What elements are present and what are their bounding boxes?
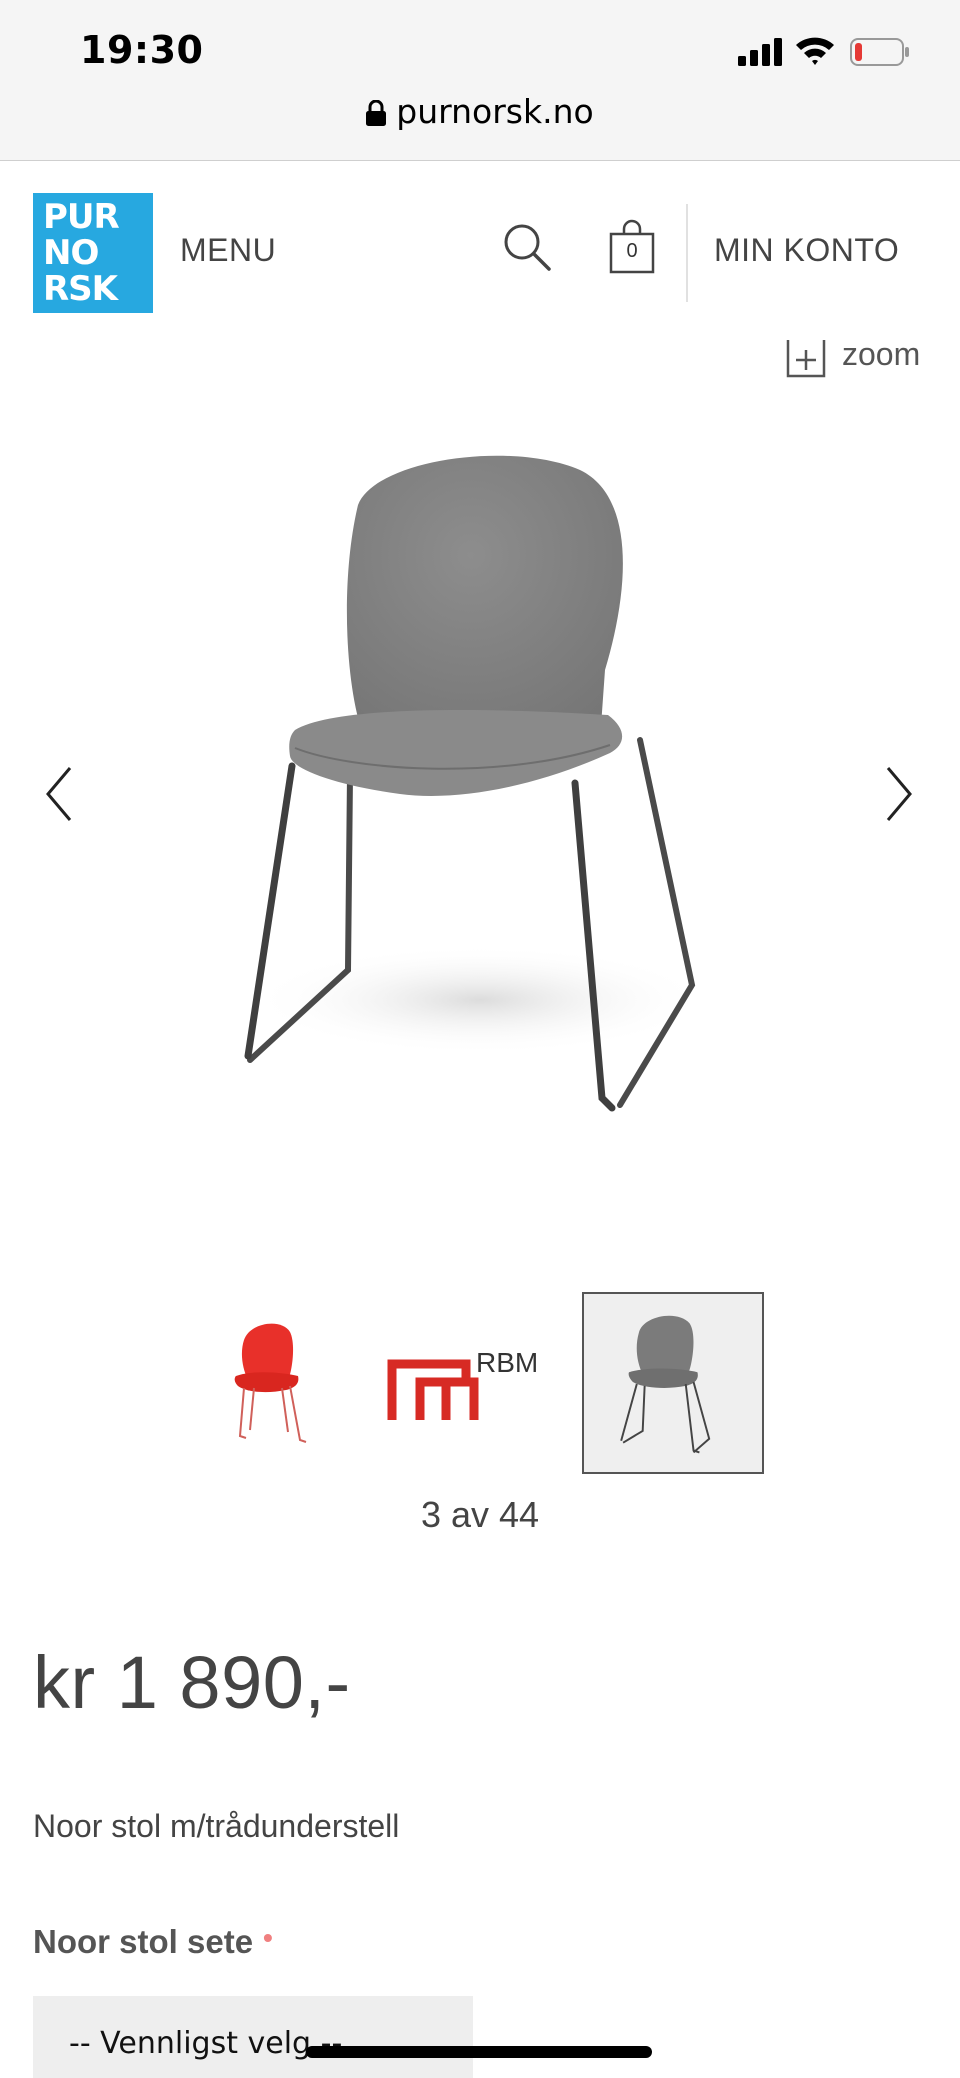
url-text: purnorsk.no [396, 92, 594, 131]
product-name: Noor stol m/trådunderstell [33, 1808, 400, 1844]
header-divider [686, 204, 688, 302]
status-bar: 19:30 purnorsk.no [0, 0, 960, 161]
purnorsk-logo[interactable]: PUR NO RSK [33, 193, 153, 313]
seat-option-label: Noor stol sete • [33, 1922, 273, 1960]
product-price: kr 1 890,- [33, 1641, 351, 1724]
zoom-label: zoom [842, 336, 921, 372]
next-image-arrow-icon[interactable] [884, 764, 914, 824]
wifi-icon [796, 37, 834, 65]
my-account-link[interactable]: MIN KONTO [714, 232, 899, 269]
zoom-plus-icon [786, 340, 826, 378]
select-placeholder: -- Vennligst velg -- [69, 2026, 343, 2061]
menu-button[interactable]: MENU [180, 232, 276, 269]
required-marker: • [263, 1922, 273, 1953]
seat-option-select[interactable]: -- Vennligst velg -- [33, 1996, 473, 2078]
lock-icon [366, 100, 387, 126]
red-chair-thumbnail[interactable] [202, 1292, 384, 1474]
battery-low-icon [850, 38, 909, 66]
previous-image-arrow-icon[interactable] [44, 764, 74, 824]
search-icon[interactable] [502, 222, 552, 272]
rbm-logo-text: RBM [476, 1347, 538, 1378]
cart-count: 0 [626, 240, 638, 262]
rbm-logo-thumbnail[interactable]: RBM [386, 1292, 568, 1474]
home-indicator [306, 2046, 652, 2058]
cellular-signal-icon [738, 38, 782, 66]
address-bar[interactable]: purnorsk.no [0, 92, 960, 132]
site-header: PUR NO RSK MENU 0 MIN KONTO [0, 160, 960, 340]
image-counter: 3 av 44 [420, 1494, 540, 1535]
status-time: 19:30 [80, 28, 204, 72]
grey-chair-thumbnail-selected[interactable] [582, 1292, 764, 1474]
product-image-grey-chair[interactable] [200, 440, 760, 1140]
logo-text: PUR NO RSK [43, 197, 120, 309]
